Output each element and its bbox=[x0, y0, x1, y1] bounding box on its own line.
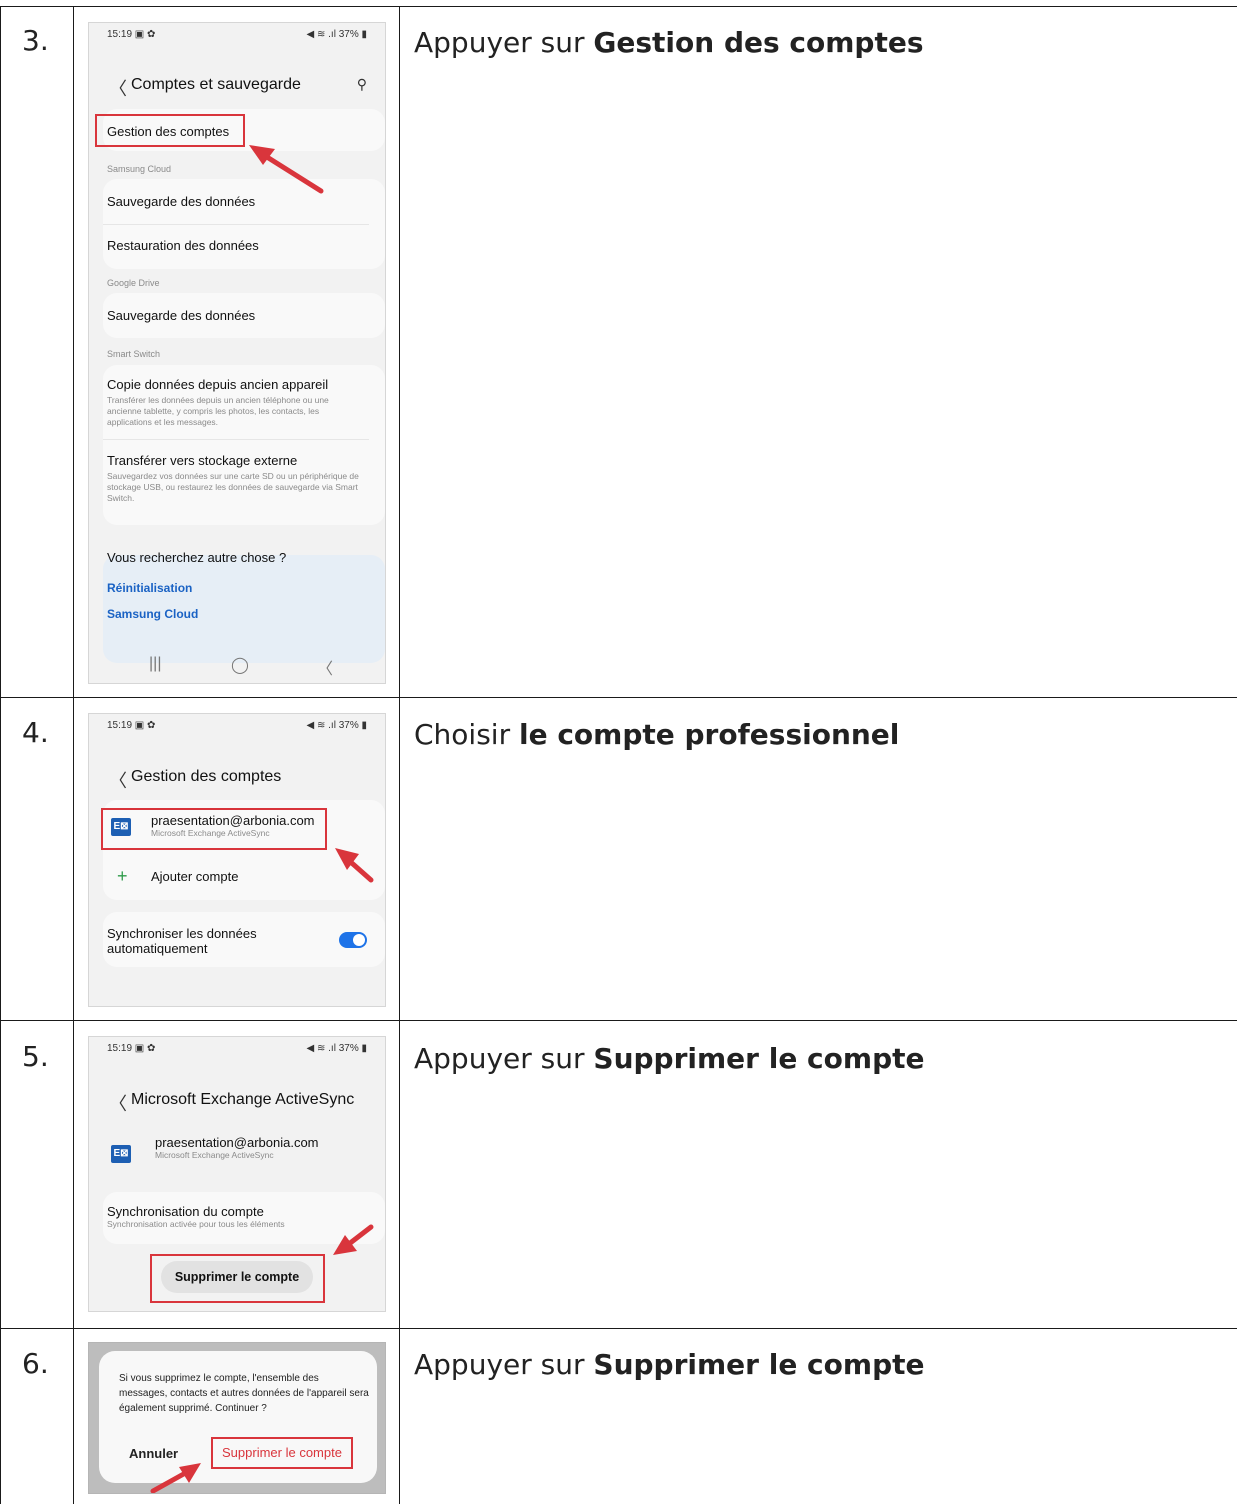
phone-screenshot-delete-dialog: Si vous supprimez le compte, l'ensemble … bbox=[88, 1342, 386, 1494]
step-instruction: Choisir le compte professionnel bbox=[414, 718, 900, 751]
step-number: 5. bbox=[22, 1040, 49, 1073]
phone-screenshot-exchange-account: 15:19 ▣ ✿ ◀ ≋ .ıl 37% ▮ 〈 Microsoft Exch… bbox=[88, 1036, 386, 1312]
phone-screenshot-account-management: 15:19 ▣ ✿ ◀ ≋ .ıl 37% ▮ 〈 Gestion des co… bbox=[88, 713, 386, 1007]
pointer-arrow-icon bbox=[249, 145, 324, 194]
step-number: 6. bbox=[22, 1347, 49, 1380]
table-column-divider-2 bbox=[399, 6, 400, 1504]
table-border-top bbox=[0, 6, 1237, 7]
step-instruction: Appuyer sur Gestion des comptes bbox=[414, 26, 924, 59]
table-row-divider-2 bbox=[0, 1020, 1237, 1021]
pointer-arrow-icon bbox=[335, 848, 374, 883]
table-column-divider-1 bbox=[73, 6, 74, 1504]
pointer-arrow-icon bbox=[150, 1463, 201, 1493]
phone-screenshot-accounts-backup: 15:19 ▣ ✿ ◀ ≋ .ıl 37% ▮ 〈 Comptes et sau… bbox=[88, 22, 386, 684]
step-instruction: Appuyer sur Supprimer le compte bbox=[414, 1042, 925, 1075]
step-instruction: Appuyer sur Supprimer le compte bbox=[414, 1348, 925, 1381]
table-border-left bbox=[0, 6, 1, 1504]
table-row-divider-3 bbox=[0, 1328, 1237, 1329]
step-number: 4. bbox=[22, 716, 49, 749]
step-number: 3. bbox=[22, 24, 49, 57]
table-row-divider-1 bbox=[0, 697, 1237, 698]
pointer-arrow-icon bbox=[333, 1224, 374, 1255]
